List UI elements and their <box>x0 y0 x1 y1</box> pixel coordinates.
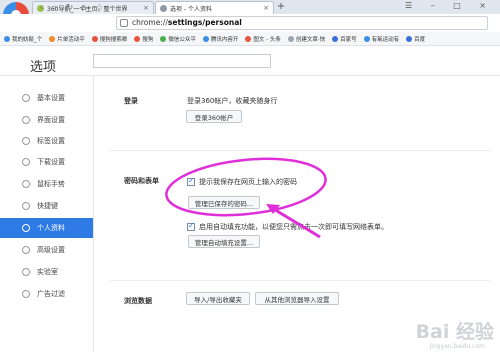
annotation-arrow-line <box>271 206 321 239</box>
watermark-logo: Bai 经验 <box>415 321 494 343</box>
annotation-overlay <box>165 157 327 239</box>
highlight-ellipse <box>165 157 327 217</box>
watermark-url: jingyan.baidu.com <box>429 343 485 350</box>
